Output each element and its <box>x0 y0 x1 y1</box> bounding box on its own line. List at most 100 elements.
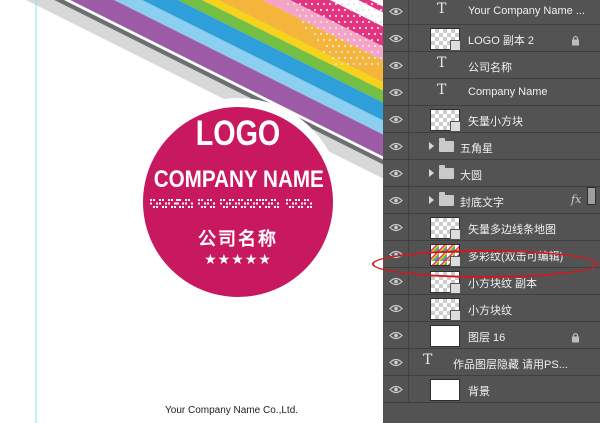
visibility-eye-icon[interactable] <box>383 160 409 186</box>
lock-icon <box>571 330 580 348</box>
dot <box>298 14 302 18</box>
dot <box>325 8 329 12</box>
pixel-dot <box>295 202 297 205</box>
pixel-dot <box>262 199 264 201</box>
layer-row[interactable]: 五角星 <box>383 133 600 160</box>
dot <box>316 26 320 30</box>
dot <box>358 14 362 18</box>
layer-row[interactable]: T 公司名称 <box>383 52 600 79</box>
layer-row[interactable]: 背景 <box>383 376 600 403</box>
pixel-dot <box>265 206 267 208</box>
visibility-eye-icon[interactable] <box>383 376 409 402</box>
smart-object-icon <box>450 283 461 294</box>
visibility-eye-icon[interactable] <box>383 187 409 213</box>
dot <box>370 26 374 30</box>
dot <box>316 2 320 6</box>
text-layer-icon: T <box>437 1 447 17</box>
dot <box>379 32 383 36</box>
pixel-dot <box>247 202 249 205</box>
dot <box>361 44 365 48</box>
dot <box>304 14 308 18</box>
dot <box>364 26 368 30</box>
dot <box>325 20 329 24</box>
document-canvas[interactable]: LOGO COMPANY NAME 公司名称 ★★★★★ Your Compan… <box>0 0 383 423</box>
pixel-dot <box>210 199 212 201</box>
dot <box>340 62 344 66</box>
dot <box>373 32 377 36</box>
pixel-dot <box>176 199 178 201</box>
layer-row[interactable]: 矢量多边线条地图 <box>383 214 600 241</box>
pixel-dot <box>153 206 155 208</box>
expand-arrow-icon[interactable] <box>429 169 434 177</box>
dot <box>367 56 371 60</box>
visibility-eye-icon[interactable] <box>383 349 409 375</box>
pixel-dot <box>188 206 190 208</box>
pixel-dot <box>307 206 309 208</box>
layer-name: Your Company Name ... <box>468 5 585 17</box>
dot <box>346 62 350 66</box>
dot <box>352 26 356 30</box>
pixel-dot <box>210 206 212 208</box>
visibility-eye-icon[interactable] <box>383 268 409 294</box>
pixel-dot <box>265 199 267 201</box>
pixel-dot <box>168 199 170 201</box>
layer-row[interactable]: T Your Company Name ... <box>383 0 600 25</box>
dot <box>328 50 332 54</box>
company-name-cn-text: 公司名称 <box>198 229 278 250</box>
visibility-eye-icon[interactable] <box>383 295 409 321</box>
pixel-dot <box>232 199 234 201</box>
company-name-text: COMPANY NAME <box>153 166 324 193</box>
layer-row[interactable]: 封底文字 fx <box>383 187 600 214</box>
layer-row[interactable]: LOGO 副本 2 <box>383 25 600 52</box>
layer-name: 图层 16 <box>468 332 506 344</box>
visibility-eye-icon[interactable] <box>383 106 409 132</box>
dot <box>355 20 359 24</box>
layer-row[interactable]: 图层 16 <box>383 322 600 349</box>
layer-name: 背景 <box>468 386 490 398</box>
dot <box>319 32 323 36</box>
layer-row[interactable]: 大圆 <box>383 160 600 187</box>
fx-icon[interactable]: fx <box>571 193 581 206</box>
pixel-dot <box>198 199 200 201</box>
visibility-eye-icon[interactable] <box>383 214 409 240</box>
layer-thumbnail <box>430 109 461 132</box>
layer-row[interactable]: 多彩纹(双击可编辑) <box>383 241 600 268</box>
visibility-eye-icon[interactable] <box>383 322 409 348</box>
layer-row[interactable]: 小方块纹 <box>383 295 600 322</box>
pixel-dot <box>168 202 170 205</box>
dot <box>331 20 335 24</box>
visibility-eye-icon[interactable] <box>383 133 409 159</box>
dot <box>334 14 338 18</box>
layer-row[interactable]: T Company Name <box>383 79 600 106</box>
visibility-eye-icon[interactable] <box>383 79 409 105</box>
visibility-eye-icon[interactable] <box>383 241 409 267</box>
pixel-dot <box>256 199 258 201</box>
dot <box>313 20 317 24</box>
pixel-dot <box>259 206 261 208</box>
layer-thumbnail <box>430 379 460 401</box>
dot <box>331 56 335 60</box>
pixel-dot <box>213 202 215 205</box>
dot <box>361 56 365 60</box>
layer-row[interactable]: T 作品图层隐藏 请用PS... <box>383 349 600 376</box>
dot <box>328 26 332 30</box>
pixel-dot <box>295 199 297 201</box>
pixel-dot <box>268 206 270 208</box>
visibility-eye-icon[interactable] <box>383 52 409 78</box>
dot <box>355 44 359 48</box>
layer-thumbnail <box>430 217 461 240</box>
scrollbar-thumb[interactable] <box>587 187 596 205</box>
pixel-dot <box>244 202 246 205</box>
dot <box>358 50 362 54</box>
text-layer-icon: T <box>437 82 447 98</box>
pixel-dot <box>229 202 231 205</box>
dot <box>292 2 296 6</box>
visibility-eye-icon[interactable] <box>383 0 409 24</box>
visibility-eye-icon[interactable] <box>383 25 409 51</box>
layer-row[interactable]: 矢量小方块 <box>383 106 600 133</box>
layer-row[interactable]: 小方块纹 副本 <box>383 268 600 295</box>
expand-arrow-icon[interactable] <box>429 142 434 150</box>
expand-arrow-icon[interactable] <box>429 196 434 204</box>
dot <box>331 44 335 48</box>
dot <box>328 2 332 6</box>
